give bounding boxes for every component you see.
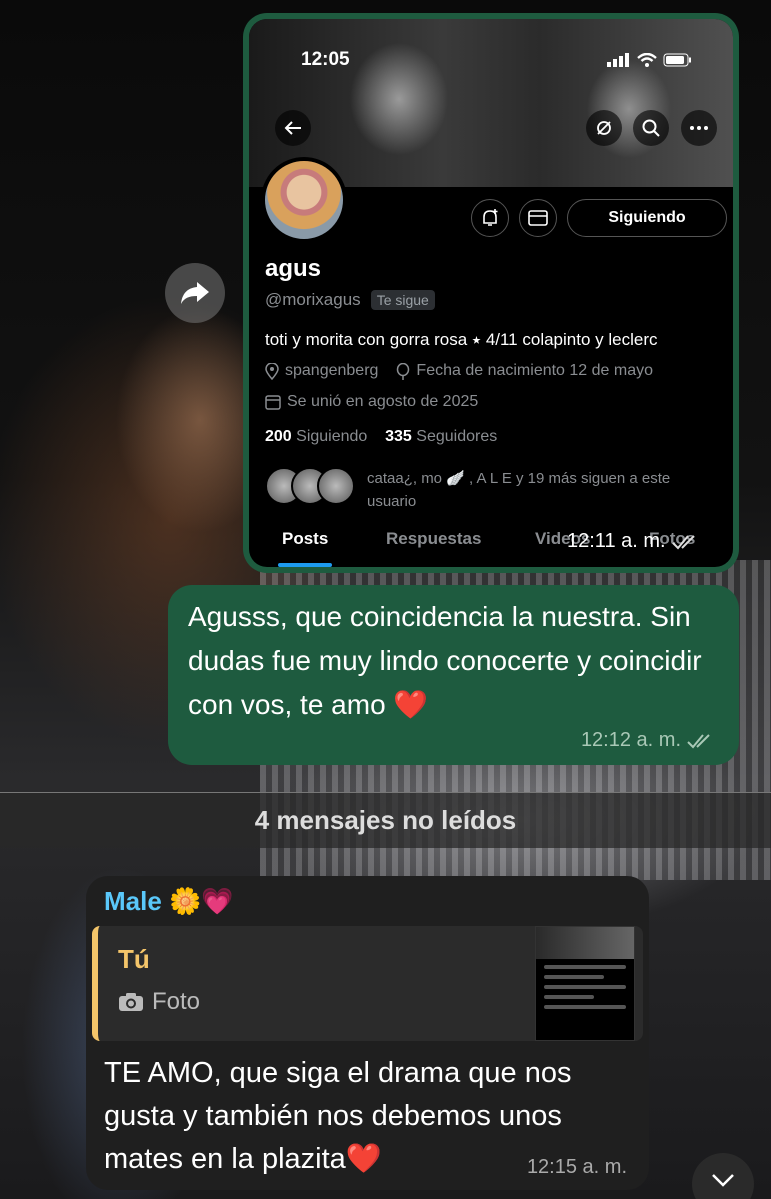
reply-preview[interactable]: Tú Foto — [92, 926, 643, 1041]
double-check-icon — [671, 534, 695, 549]
profile-joined-row: Se unió en agosto de 2025 — [265, 393, 478, 411]
search-button[interactable] — [633, 110, 669, 146]
outgoing-text: Agusss, que coincidencia la nuestra. Sin… — [188, 601, 702, 720]
follow-counts: 200 Siguiendo 335 Seguidores — [265, 428, 497, 446]
tab-respuestas[interactable]: Respuestas — [386, 529, 481, 549]
avatar[interactable] — [261, 157, 347, 243]
tab-posts[interactable]: Posts — [277, 529, 333, 567]
unread-divider: 4 mensajes no leídos — [0, 792, 771, 848]
outgoing-timestamp-row: 12:12 a. m. — [581, 729, 715, 752]
notifications-button[interactable] — [471, 199, 509, 237]
balloon-icon — [397, 362, 410, 380]
followers-link[interactable]: 335 Seguidores — [385, 428, 497, 445]
following-label: Siguiendo — [296, 428, 368, 445]
message-button[interactable] — [519, 199, 557, 237]
outgoing-message[interactable]: Agusss, que coincidencia la nuestra. Sin… — [168, 585, 739, 765]
mail-icon — [528, 210, 548, 226]
incoming-message[interactable]: Male 🌼💗 Tú Foto TE AMO, que siga el dram… — [86, 876, 649, 1190]
profile-name: agus — [265, 255, 322, 282]
reply-type: Foto — [152, 988, 201, 1015]
battery-icon — [663, 53, 691, 67]
image-message[interactable]: 12:05 Siguiendo agus @morixagus Te sigue… — [243, 13, 739, 573]
following-count: 200 — [265, 428, 292, 445]
reply-thumbnail — [535, 926, 635, 1041]
followed-by-text: cataa¿, mo 🪽 , A L E y 19 más siguen a e… — [367, 470, 671, 510]
grok-icon — [597, 121, 611, 135]
reply-type-row: Foto — [118, 988, 200, 1016]
forward-button[interactable] — [165, 263, 225, 323]
follower-avatars — [265, 467, 355, 505]
profile-screenshot: 12:05 Siguiendo agus @morixagus Te sigue… — [249, 19, 733, 567]
image-timestamp: 12:11 a. m. — [567, 530, 666, 552]
more-button[interactable] — [681, 110, 717, 146]
reply-author: Tú — [118, 944, 150, 974]
signal-icon — [607, 53, 629, 67]
following-link[interactable]: 200 Siguiendo — [265, 428, 367, 445]
forward-icon — [181, 282, 209, 304]
sender-name[interactable]: Male 🌼💗 — [104, 886, 234, 917]
camera-icon — [119, 993, 143, 1011]
profile-birthday: Fecha de nacimiento 12 de mayo — [416, 362, 654, 379]
back-button[interactable] — [275, 110, 311, 146]
double-check-icon — [687, 733, 710, 748]
profile-bio: toti y morita con gorra rosa ⭑ 4/11 cola… — [265, 330, 658, 349]
image-timestamp-row: 12:11 a. m. — [567, 530, 700, 553]
follows-you-badge: Te sigue — [370, 290, 435, 310]
followers-count: 335 — [385, 428, 412, 445]
following-button[interactable]: Siguiendo — [567, 199, 727, 237]
bell-plus-icon — [483, 209, 498, 226]
chevron-down-icon — [712, 1174, 734, 1187]
status-bar: 12:05 — [301, 49, 693, 71]
profile-handle: @morixagus — [265, 290, 361, 309]
followers-label: Seguidores — [416, 428, 498, 445]
grok-button[interactable] — [586, 110, 622, 146]
location-icon — [265, 362, 279, 380]
search-icon — [642, 119, 660, 137]
profile-location: spangenberg — [285, 362, 379, 379]
more-icon — [690, 126, 708, 130]
profile-meta-row: spangenberg Fecha de nacimiento 12 de ma… — [265, 362, 653, 380]
wifi-icon — [637, 53, 657, 67]
incoming-timestamp: 12:15 a. m. — [526, 1156, 627, 1178]
status-time: 12:05 — [301, 49, 350, 70]
back-arrow-icon — [284, 121, 301, 135]
profile-handle-row: @morixagus Te sigue — [265, 290, 435, 310]
profile-joined: Se unió en agosto de 2025 — [287, 393, 479, 410]
outgoing-timestamp: 12:12 a. m. — [580, 729, 681, 751]
calendar-icon — [265, 395, 281, 410]
followed-by-row[interactable]: cataa¿, mo 🪽 , A L E y 19 más siguen a e… — [265, 467, 717, 513]
